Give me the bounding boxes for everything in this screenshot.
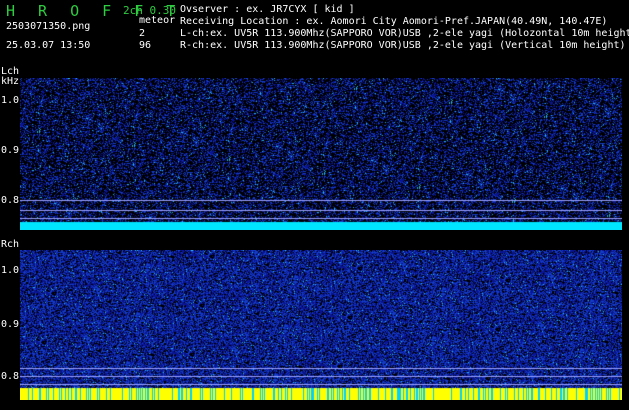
rch-info-line: R-ch:ex. UV5R 113.900Mhz(SAPPORO VOR)USB…	[180, 40, 626, 51]
lch-y-tick: 1.0	[1, 95, 20, 106]
location-line: Receiving Location : ex. Aomori City Aom…	[180, 16, 608, 27]
meteor-count-lch: 2	[139, 28, 146, 39]
lch-spectrogram	[20, 78, 622, 230]
meteor-count-rch: 96	[139, 40, 152, 51]
filename-label: 2503071350.png	[6, 21, 91, 32]
lch-y-tick: 0.9	[1, 145, 20, 156]
datetime-label: 25.03.07 13:50	[6, 40, 91, 51]
rch-spectrogram	[20, 250, 622, 400]
rch-y-tick: 0.9	[1, 319, 20, 330]
lch-y-tick: 0.8	[1, 195, 20, 206]
observer-line: Ovserver : ex. JR7CYX [ kid ]	[180, 4, 355, 15]
rch-label: Rch	[1, 239, 20, 250]
rch-y-tick: 0.8	[1, 371, 20, 382]
lch-unit-label: kHz	[1, 76, 20, 87]
lch-info-line: L-ch:ex. UV5R 113.900Mhz(SAPPORO VOR)USB…	[180, 28, 629, 39]
rch-y-tick: 1.0	[1, 265, 20, 276]
meteor-label: meteor	[139, 15, 176, 26]
